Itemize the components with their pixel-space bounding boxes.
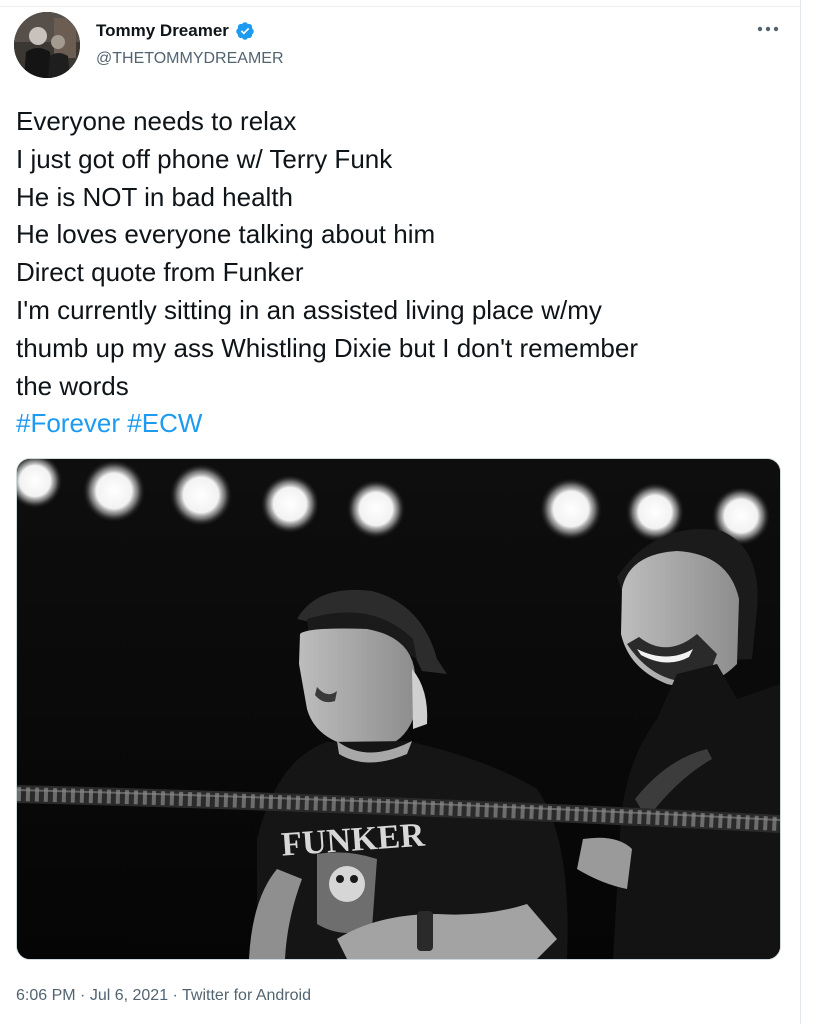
- author-name-row: Tommy Dreamer: [96, 21, 255, 41]
- avatar-image: [14, 12, 80, 78]
- tweet-page: Tommy Dreamer @THETOMMYDREAMER Everyone …: [0, 0, 826, 1024]
- tweet-line: He is NOT in bad health: [16, 181, 293, 212]
- avatar[interactable]: [14, 12, 80, 78]
- tweet-line: I just got off phone w/ Terry Funk: [16, 143, 393, 174]
- hashtag-row: #Forever #ECW: [16, 405, 786, 443]
- tweet-time[interactable]: 6:06 PM: [16, 987, 76, 1004]
- right-divider: [800, 0, 801, 1024]
- hashtag-link-forever[interactable]: #Forever: [16, 408, 120, 438]
- tweet-line: Everyone needs to relax: [16, 106, 297, 136]
- meta-separator: ·: [168, 987, 183, 1004]
- tweet-line: I'm currently sitting in an assisted liv…: [16, 294, 602, 325]
- author-handle[interactable]: @THETOMMYDREAMER: [96, 50, 284, 68]
- top-divider: [0, 6, 800, 7]
- tweet-date[interactable]: Jul 6, 2021: [90, 987, 168, 1004]
- tweet-source[interactable]: Twitter for Android: [182, 987, 311, 1004]
- hashtag-link-ecw[interactable]: #ECW: [127, 408, 202, 438]
- tweet-line: He loves everyone talking about him: [16, 219, 436, 250]
- tweet-text: Everyone needs to relax I just got off p…: [16, 103, 786, 443]
- tweet-photo[interactable]: FUNKER: [16, 458, 781, 960]
- tweet-line: the words: [16, 370, 129, 401]
- meta-separator: ·: [75, 987, 90, 1004]
- more-dots-icon: [757, 19, 779, 37]
- tweet-line: thumb up my ass Whistling Dixie but I do…: [16, 332, 638, 363]
- more-options-button[interactable]: [754, 16, 782, 40]
- verified-badge-icon: [235, 21, 255, 41]
- wrestling-photo: FUNKER: [17, 459, 780, 959]
- author-display-name[interactable]: Tommy Dreamer: [96, 21, 229, 41]
- tweet-meta: 6:06 PM · Jul 6, 2021 · Twitter for Andr…: [16, 987, 311, 1005]
- tweet-line: Direct quote from Funker: [16, 257, 304, 288]
